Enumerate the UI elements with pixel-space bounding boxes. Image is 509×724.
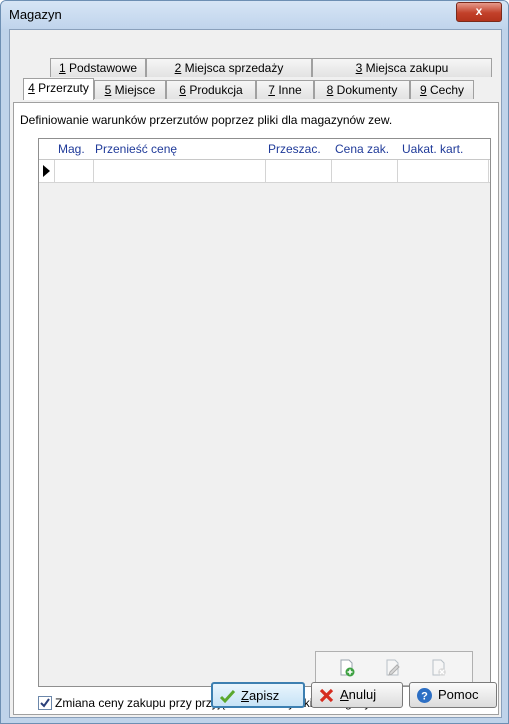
tab-hotkey: 6 <box>179 83 186 97</box>
column-header-uakat-kart[interactable]: Uakat. kart. <box>402 142 463 156</box>
tab-label: Produkcja <box>185 83 243 97</box>
dialog-client-area: 1 Podstawowe 2 Miejsca sprzedaży 3 Miejs… <box>9 29 502 718</box>
title-bar[interactable]: Magazyn x <box>1 1 508 29</box>
tab-miejsce[interactable]: 5 Miejsce <box>94 80 166 99</box>
column-header-przenies-cene[interactable]: Przenieść cenę <box>95 142 177 156</box>
help-icon: ? <box>417 688 432 703</box>
save-label-rest: apisz <box>248 688 280 703</box>
close-icon <box>319 688 334 703</box>
tab-label: Podstawowe <box>65 61 138 75</box>
tab-cechy[interactable]: 9 Cechy <box>410 80 474 99</box>
grid-toolbar <box>315 651 473 686</box>
cell-divider <box>54 160 55 182</box>
column-header-mag[interactable]: Mag. <box>58 142 85 156</box>
tab-miejsca-zakupu[interactable]: 3 Miejsca zakupu <box>312 58 492 77</box>
cancel-hotkey: A <box>340 687 349 702</box>
svg-text:?: ? <box>421 691 428 703</box>
tab-hotkey: 4 <box>28 81 35 95</box>
cell-divider <box>93 160 94 182</box>
save-label: Zapisz <box>241 684 279 708</box>
tab-label: Inne <box>274 83 302 97</box>
cell-divider <box>331 160 332 182</box>
tab-label: Miejsca zakupu <box>362 61 449 75</box>
checkmark-icon <box>40 698 50 708</box>
cancel-label-rest: nuluj <box>348 687 377 702</box>
cancel-button[interactable]: Anuluj <box>311 682 403 708</box>
panel-description: Definiowanie warunków przerzutów poprzez… <box>20 113 393 127</box>
delete-document-icon[interactable] <box>430 659 448 677</box>
tab-miejsca-sprzedazy[interactable]: 2 Miejsca sprzedaży <box>146 58 312 77</box>
help-label: Pomoc <box>438 687 479 702</box>
column-header-przeszac[interactable]: Przeszac. <box>268 142 321 156</box>
help-button[interactable]: ? Pomoc <box>409 682 497 708</box>
tab-produkcja[interactable]: 6 Produkcja <box>166 80 256 99</box>
tab-row-back: 1 Podstawowe 2 Miejsca sprzedaży 3 Miejs… <box>50 58 494 78</box>
tab-hotkey: 1 <box>58 61 66 75</box>
tab-label: Dokumenty <box>333 83 398 97</box>
tab-row-front: 4 Przerzuty 5 Miejsce 6 Produkcja 7 Inne… <box>23 78 501 100</box>
checkmark-icon <box>219 689 236 704</box>
tab-podstawowe[interactable]: 1 Podstawowe <box>50 58 146 77</box>
tab-label: Cechy <box>426 83 465 97</box>
tab-label: Przerzuty <box>34 81 89 95</box>
tab-label: Miejsca sprzedaży <box>181 61 284 75</box>
window-title: Magazyn <box>9 7 62 22</box>
tab-dokumenty[interactable]: 8 Dokumenty <box>314 80 410 99</box>
add-document-icon[interactable] <box>338 659 356 677</box>
column-header-cena-zak[interactable]: Cena zak. <box>335 142 389 156</box>
row-indicator-icon <box>43 165 50 177</box>
tab-przerzuty[interactable]: 4 Przerzuty <box>23 78 94 100</box>
magazyn-dialog: Magazyn x 1 Podstawowe 2 Miejsca sprzeda… <box>0 0 509 724</box>
save-button[interactable]: Zapisz <box>211 682 305 708</box>
table-row[interactable] <box>39 160 490 183</box>
tab-panel-przerzuty: Definiowanie warunków przerzutów poprzez… <box>13 102 499 715</box>
cell-divider <box>265 160 266 182</box>
cell-divider <box>397 160 398 182</box>
tab-label: Miejsce <box>111 83 156 97</box>
close-icon: x <box>475 4 483 18</box>
transfer-grid[interactable]: Mag. Przenieść cenę Przeszac. Cena zak. … <box>38 138 491 687</box>
tab-inne[interactable]: 7 Inne <box>256 80 314 99</box>
edit-document-icon[interactable] <box>384 659 402 677</box>
cell-divider <box>488 160 489 182</box>
save-hotkey: Z <box>241 688 249 703</box>
tab-hotkey: 9 <box>419 83 427 97</box>
tab-hotkey: 7 <box>268 83 275 97</box>
zmiana-ceny-checkbox[interactable] <box>38 696 52 710</box>
close-button[interactable]: x <box>456 2 502 22</box>
grid-header: Mag. Przenieść cenę Przeszac. Cena zak. … <box>39 139 490 160</box>
cancel-label: Anuluj <box>340 683 376 707</box>
